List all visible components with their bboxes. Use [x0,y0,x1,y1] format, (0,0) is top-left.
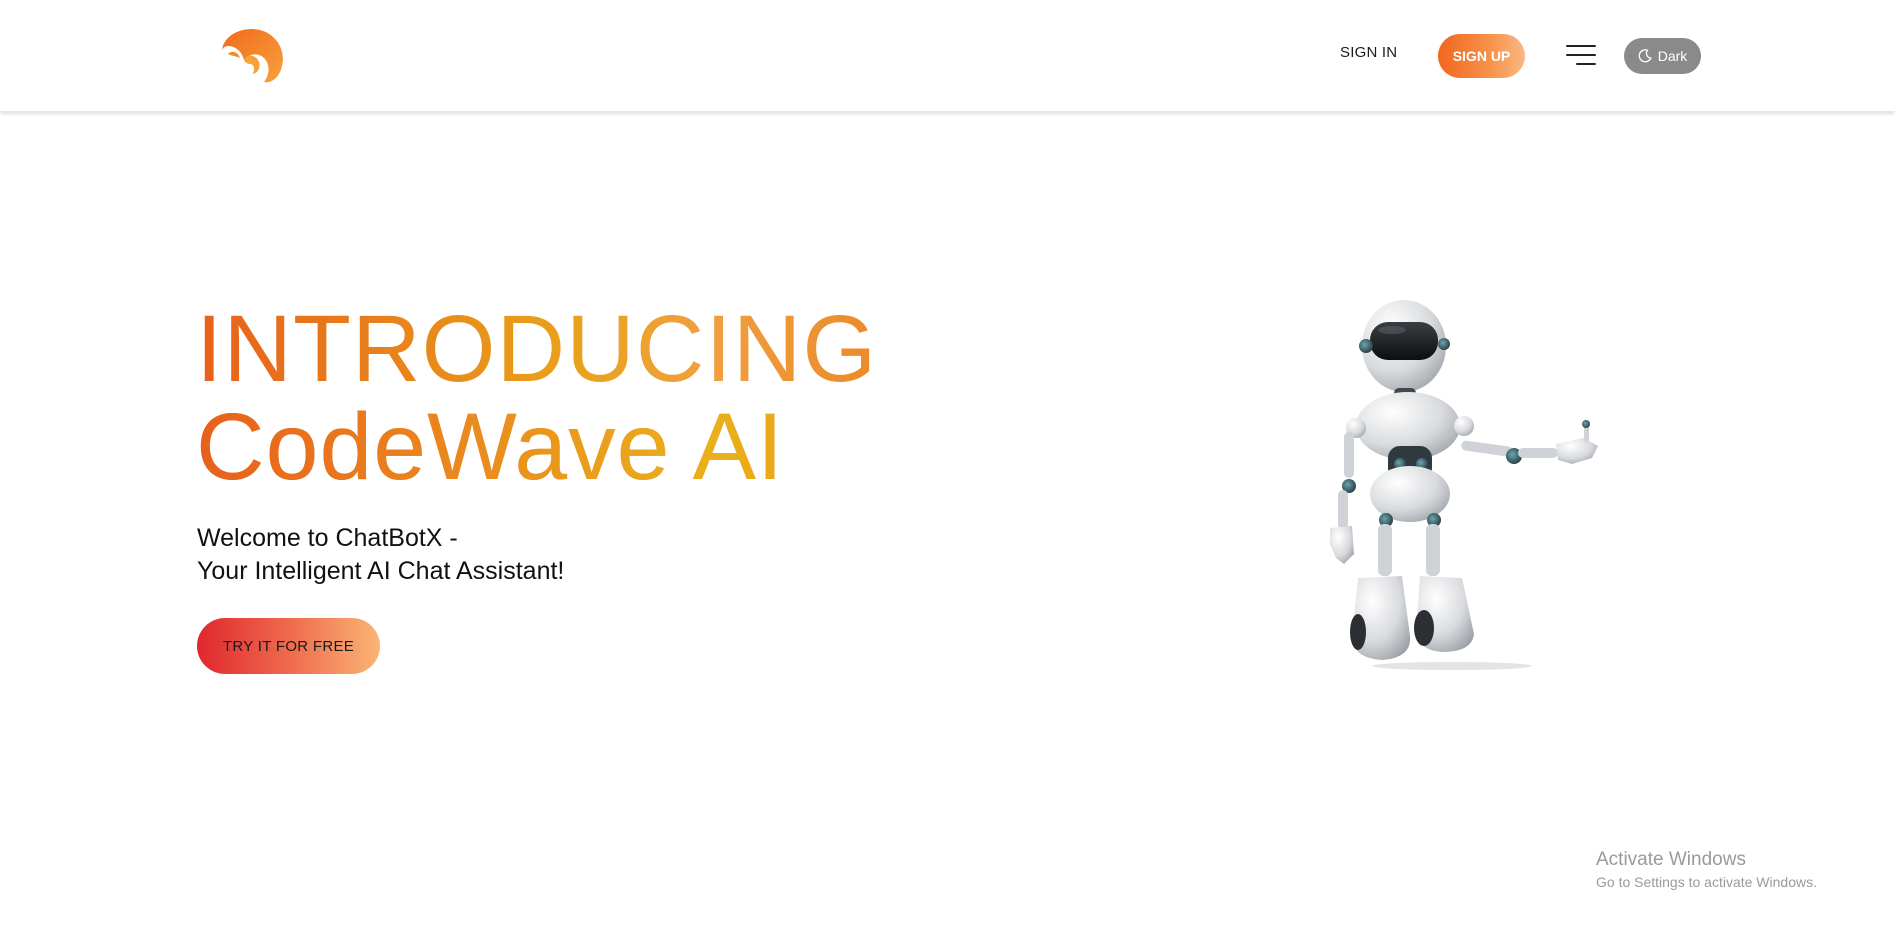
windows-activation-watermark: Activate Windows Go to Settings to activ… [1596,848,1817,892]
flame-swirl-logo-icon [222,28,283,83]
dark-mode-label: Dark [1657,48,1688,64]
site-header: SIGN IN SIGN UP Dark [0,0,1895,112]
logo-icon[interactable] [214,24,288,86]
try-free-button[interactable]: TRY IT FOR FREE [197,618,380,674]
hero-title-line1: INTRODUCING [196,296,878,402]
robot-illustration [1322,296,1602,670]
sign-up-button[interactable]: SIGN UP [1438,34,1525,78]
hero-title-line2: CodeWave AI [196,398,877,496]
hero-title: INTRODUCING CodeWave AI [196,300,877,496]
moon-icon [1638,49,1652,63]
hero-subtitle-line2: Your Intelligent AI Chat Assistant! [197,557,565,585]
hero-subtitle: Welcome to ChatBotX - Your Intelligent A… [197,522,564,588]
watermark-title: Activate Windows [1596,849,1746,870]
hero-subtitle-line1: Welcome to ChatBotX - [197,524,458,552]
hamburger-menu-icon[interactable] [1566,45,1596,67]
watermark-subtitle: Go to Settings to activate Windows. [1596,874,1817,890]
sign-in-link[interactable]: SIGN IN [1340,44,1397,61]
dark-mode-toggle[interactable]: Dark [1624,38,1701,74]
